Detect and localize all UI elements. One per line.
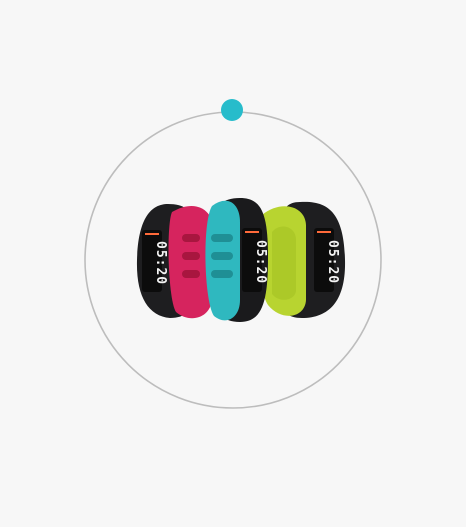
- pink-band: 05:20: [136, 204, 214, 319]
- product-scene: 05:20 05:20 05:20: [84, 99, 382, 409]
- teal-band-loop: [211, 270, 233, 278]
- lime-band: 05:20: [258, 201, 346, 318]
- teal-band-status-led: [245, 231, 259, 233]
- teal-band-loop: [211, 252, 233, 260]
- progress-indicator-dot[interactable]: [221, 99, 243, 121]
- product-stage: 05:20 05:20 05:20: [0, 0, 466, 527]
- pink-band-status-led: [145, 233, 159, 235]
- pink-band-loop: [182, 234, 200, 242]
- teal-band-strap: [205, 200, 240, 321]
- teal-band-loop: [211, 234, 233, 242]
- lime-band-status-led: [317, 231, 331, 233]
- lime-band-time-readout: 05:20: [325, 240, 340, 284]
- pink-band-loop: [182, 270, 200, 278]
- pink-band-loop: [182, 252, 200, 260]
- pink-band-time-readout: 05:20: [153, 241, 168, 285]
- teal-band: 05:20: [205, 198, 268, 322]
- teal-band-time-readout: 05:20: [253, 240, 268, 284]
